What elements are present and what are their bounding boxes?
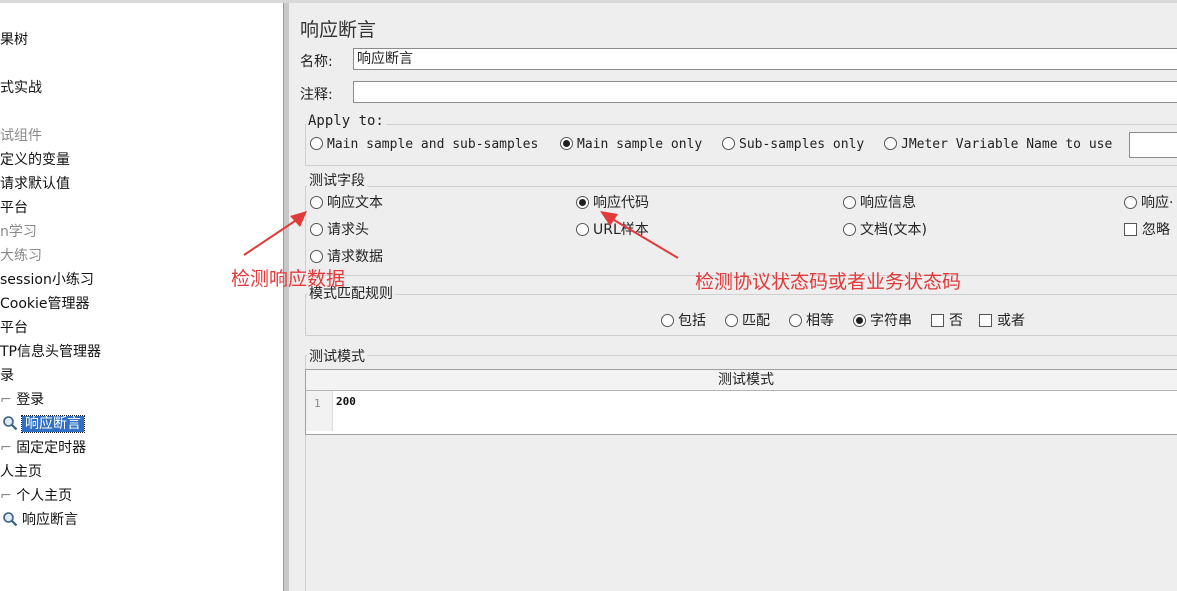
arrow-to-response-text	[243, 211, 307, 256]
annotation-response-data: 检测响应数据	[231, 268, 346, 290]
arrow-to-response-code	[600, 211, 679, 259]
annotation-arrows	[243, 211, 679, 259]
annotation-status-code: 检测协议状态码或者业务状态码	[695, 271, 962, 293]
